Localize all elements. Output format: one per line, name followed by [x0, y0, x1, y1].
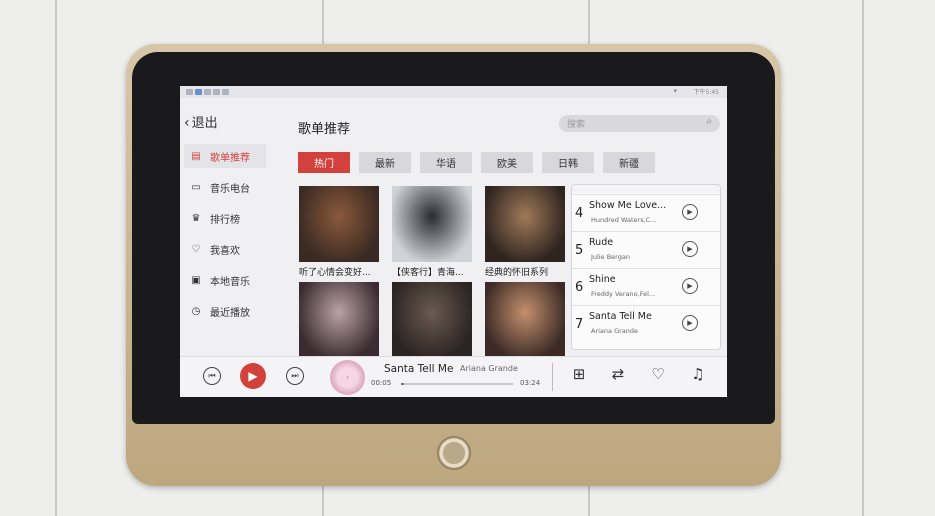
sidebar-item-2[interactable]: ♛ 排行榜	[190, 208, 266, 228]
music-app-screen: ▾ 下午5:45 ‹ 退出 ▤ 歌单推荐 ▭ 音乐电台 ♛ 排行榜 ♡ 我喜欢 ▣ 本地音乐 ◷ 最近播…	[180, 86, 727, 397]
now-playing-artist: Ariana Grande	[460, 364, 518, 373]
playlist-caption[interactable]: 【侠客行】青海...	[392, 265, 478, 278]
song-list: 4 Show Me Love... Hundred Waters,C... ▶ 5 Rud…	[571, 184, 721, 350]
next-button[interactable]: ⏭	[286, 367, 304, 385]
tile-grout	[588, 486, 590, 516]
song-title: Rude	[589, 237, 614, 248]
back-label: 退出	[191, 116, 218, 131]
grid-view-icon[interactable]: ⊞	[568, 365, 590, 383]
playlist-cover[interactable]	[485, 282, 565, 358]
song-number: 4	[575, 206, 584, 221]
sidebar-item-label: 本地音乐	[210, 276, 250, 288]
playlist-cover[interactable]	[392, 186, 472, 262]
playlist-cover[interactable]	[485, 186, 565, 262]
sidebar-item-5[interactable]: ◷ 最近播放	[190, 301, 266, 321]
play-circle-icon[interactable]: ▶	[682, 241, 698, 257]
song-number: 5	[575, 243, 584, 258]
chevron-left-icon: ‹	[184, 115, 190, 131]
notification-icon	[222, 89, 229, 95]
now-playing-cover[interactable]: ♪	[330, 360, 365, 395]
playlist-cover[interactable]	[299, 186, 379, 262]
play-circle-icon[interactable]: ▶	[682, 315, 698, 331]
notification-icon	[186, 89, 193, 95]
back-button[interactable]: ‹ 退出	[184, 112, 218, 131]
sidebar-item-4[interactable]: ▣ 本地音乐	[190, 270, 266, 290]
play-circle-icon[interactable]: ▶	[682, 204, 698, 220]
playlist-caption[interactable]: 听了心情会变好...	[299, 265, 385, 278]
playlist-cover[interactable]	[392, 282, 472, 358]
sidebar-item-0[interactable]: ▤ 歌单推荐	[190, 146, 266, 166]
song-artist: Ariana Grande	[591, 327, 639, 335]
clock-icon: ◷	[191, 305, 201, 317]
search-icon: ⌕	[706, 116, 712, 127]
sidebar-item-label: 最近播放	[210, 307, 250, 319]
playlist-icon: ▤	[191, 150, 201, 162]
tile-grout	[322, 0, 324, 44]
song-artist: Hundred Waters,C...	[591, 216, 657, 224]
shuffle-icon[interactable]: ⇄	[607, 365, 629, 383]
tile-grout	[862, 0, 864, 516]
tab-4[interactable]: 日韩	[542, 152, 594, 173]
trophy-icon: ♛	[191, 212, 201, 224]
sidebar-item-label: 音乐电台	[210, 183, 250, 195]
player-bar: ⏮ ▶ ⏭ ♪ Santa Tell Me Ariana Grande 00:0…	[180, 356, 727, 397]
song-title: Show Me Love...	[589, 200, 667, 211]
tab-5[interactable]: 新疆	[603, 152, 655, 173]
search-input[interactable]: 搜索 ⌕	[559, 115, 720, 132]
song-list-partial-row	[572, 185, 720, 193]
sidebar-item-label: 排行榜	[210, 214, 240, 226]
previous-button[interactable]: ⏮	[203, 367, 221, 385]
notification-icon	[204, 89, 211, 95]
duration: 03:24	[520, 379, 541, 387]
progress-fill	[401, 383, 404, 385]
sidebar-item-label: 我喜欢	[210, 245, 240, 257]
playlist-queue-icon[interactable]: ♫	[687, 365, 709, 383]
tab-0[interactable]: 热门	[298, 152, 350, 173]
tab-3[interactable]: 欧美	[481, 152, 533, 173]
song-number: 6	[575, 280, 584, 295]
song-title: Shine	[589, 274, 616, 285]
sidebar-item-3[interactable]: ♡ 我喜欢	[190, 239, 266, 259]
tile-grout	[322, 486, 324, 516]
home-button[interactable]	[437, 436, 471, 470]
status-time: 下午5:45	[693, 89, 719, 96]
tab-2[interactable]: 华语	[420, 152, 472, 173]
divider	[552, 363, 553, 391]
now-playing-title: Santa Tell Me	[384, 363, 454, 375]
song-artist: Julie Bergan	[591, 253, 630, 261]
progress-bar[interactable]	[401, 383, 513, 385]
tile-grout	[588, 0, 590, 44]
radio-icon: ▭	[191, 181, 201, 193]
song-row[interactable]: 4 Show Me Love... Hundred Waters,C... ▶	[572, 194, 720, 231]
song-artist: Freddy Verano,Fel...	[591, 290, 656, 298]
playlist-caption[interactable]: 经典的怀旧系列	[485, 265, 571, 278]
local-music-icon: ▣	[191, 274, 201, 286]
song-row[interactable]: 7 Santa Tell Me Ariana Grande ▶	[572, 305, 720, 342]
play-circle-icon[interactable]: ▶	[682, 278, 698, 294]
song-row[interactable]: 5 Rude Julie Bergan ▶	[572, 231, 720, 268]
page-title: 歌单推荐	[298, 122, 351, 137]
heart-icon: ♡	[191, 243, 201, 255]
song-row[interactable]: 6 Shine Freddy Verano,Fel... ▶	[572, 268, 720, 305]
search-placeholder: 搜索	[567, 120, 586, 130]
play-button[interactable]: ▶	[240, 363, 266, 389]
wifi-icon: ▾	[673, 87, 677, 95]
playlist-cover[interactable]	[299, 282, 379, 358]
sidebar-item-label: 歌单推荐	[210, 152, 250, 164]
sidebar-item-1[interactable]: ▭ 音乐电台	[190, 177, 266, 197]
notification-icon	[195, 89, 202, 95]
current-time: 00:05	[371, 379, 392, 387]
notification-icon	[213, 89, 220, 95]
status-bar: ▾ 下午5:45	[180, 86, 727, 98]
tab-1[interactable]: 最新	[359, 152, 411, 173]
song-title: Santa Tell Me	[589, 311, 652, 322]
song-number: 7	[575, 317, 584, 332]
favorite-heart-icon[interactable]: ♡	[647, 365, 669, 383]
tile-grout	[55, 0, 57, 516]
